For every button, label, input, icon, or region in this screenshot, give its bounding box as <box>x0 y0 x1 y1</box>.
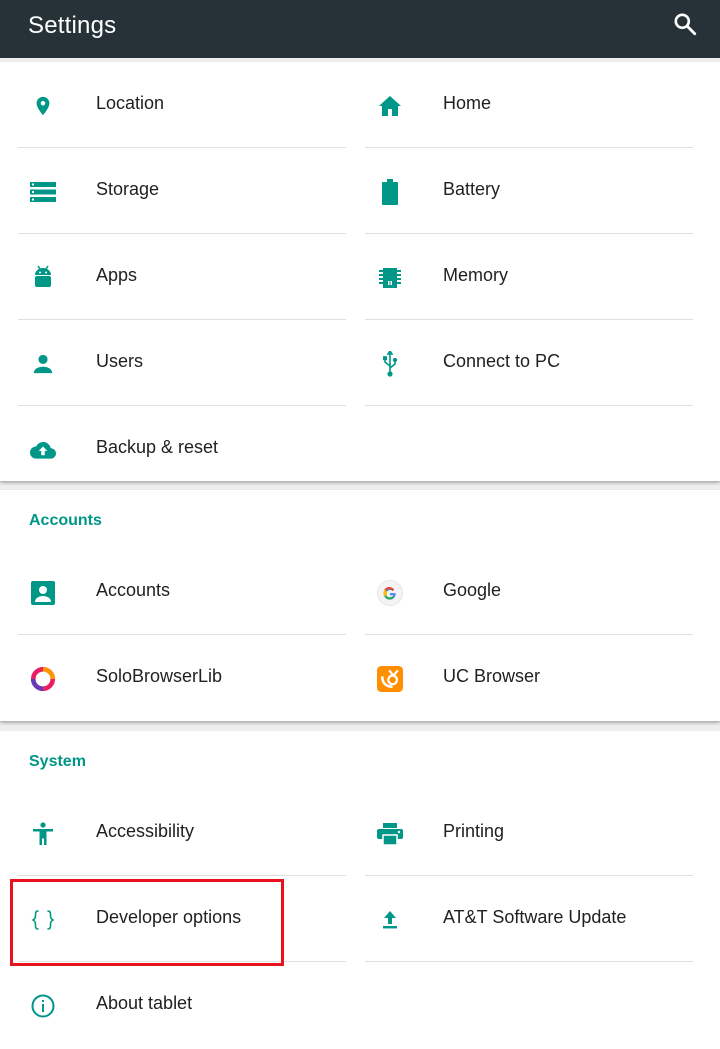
settings-item-printing[interactable]: Printing <box>365 790 693 876</box>
home-icon <box>377 93 403 119</box>
settings-item-battery[interactable]: Battery <box>365 148 693 234</box>
settings-item-connect-to-pc[interactable]: Connect to PC <box>365 320 693 406</box>
battery-icon <box>377 179 403 205</box>
solo-browser-icon <box>30 666 56 692</box>
memory-icon <box>377 265 403 291</box>
settings-item-google[interactable]: Google <box>365 549 693 635</box>
system-update-icon <box>377 907 403 933</box>
print-icon <box>377 821 403 847</box>
cloud-upload-icon <box>30 437 56 463</box>
settings-item-label: SoloBrowserLib <box>96 666 223 686</box>
settings-item-label: About tablet <box>96 993 193 1013</box>
settings-item-solobrowserlib[interactable]: SoloBrowserLib <box>18 635 346 721</box>
storage-icon <box>30 179 56 205</box>
info-icon <box>30 993 56 1019</box>
settings-item-label: Backup & reset <box>96 437 219 457</box>
settings-item-att-software-update[interactable]: AT&T Software Update <box>365 876 693 962</box>
settings-item-label: Accessibility <box>96 821 195 841</box>
usb-icon <box>377 351 403 377</box>
settings-item-backup-reset[interactable]: Backup & reset <box>18 406 346 492</box>
settings-item-label: Developer options <box>96 907 242 927</box>
page-title: Settings <box>28 12 117 39</box>
settings-item-storage[interactable]: Storage <box>18 148 346 234</box>
app-bar: Settings <box>0 0 720 58</box>
code-braces-icon <box>30 907 56 933</box>
settings-item-label: Accounts <box>96 580 171 600</box>
settings-item-label: Memory <box>443 265 509 285</box>
accounts-card: Accounts Accounts SoloBrowserLib Google … <box>0 490 720 721</box>
settings-item-developer-options[interactable]: Developer options <box>18 876 346 962</box>
google-icon <box>377 580 403 606</box>
settings-item-label: Printing <box>443 821 505 841</box>
accessibility-icon <box>30 821 56 847</box>
settings-item-location[interactable]: Location <box>18 62 346 148</box>
settings-item-accessibility[interactable]: Accessibility <box>18 790 346 876</box>
settings-item-label: Home <box>443 93 492 113</box>
settings-item-label: Apps <box>96 265 138 285</box>
location-icon <box>30 93 56 119</box>
settings-item-label: Users <box>96 351 144 371</box>
settings-item-label: Storage <box>96 179 160 199</box>
uc-browser-icon <box>377 666 403 692</box>
settings-item-home[interactable]: Home <box>365 62 693 148</box>
search-icon[interactable] <box>672 11 698 37</box>
settings-item-about-tablet[interactable]: About tablet <box>18 962 346 1048</box>
settings-item-apps[interactable]: Apps <box>18 234 346 320</box>
android-icon <box>30 265 56 291</box>
settings-item-memory[interactable]: Memory <box>365 234 693 320</box>
settings-item-label: AT&T Software Update <box>443 907 627 927</box>
settings-item-users[interactable]: Users <box>18 320 346 406</box>
settings-item-label: Battery <box>443 179 501 199</box>
settings-item-accounts[interactable]: Accounts <box>18 549 346 635</box>
settings-item-uc-browser[interactable]: UC Browser <box>365 635 693 721</box>
settings-item-label: Google <box>443 580 502 600</box>
device-settings-card: Location Storage Apps Users Backup & res… <box>0 62 720 481</box>
account-box-icon <box>30 580 56 606</box>
system-card: System Accessibility Developer options A… <box>0 731 720 1049</box>
settings-item-label: Connect to PC <box>443 351 561 371</box>
settings-item-label: Location <box>96 93 165 113</box>
section-title-accounts: Accounts <box>29 512 102 529</box>
person-icon <box>30 351 56 377</box>
section-title-system: System <box>29 753 86 770</box>
settings-item-label: UC Browser <box>443 666 541 686</box>
